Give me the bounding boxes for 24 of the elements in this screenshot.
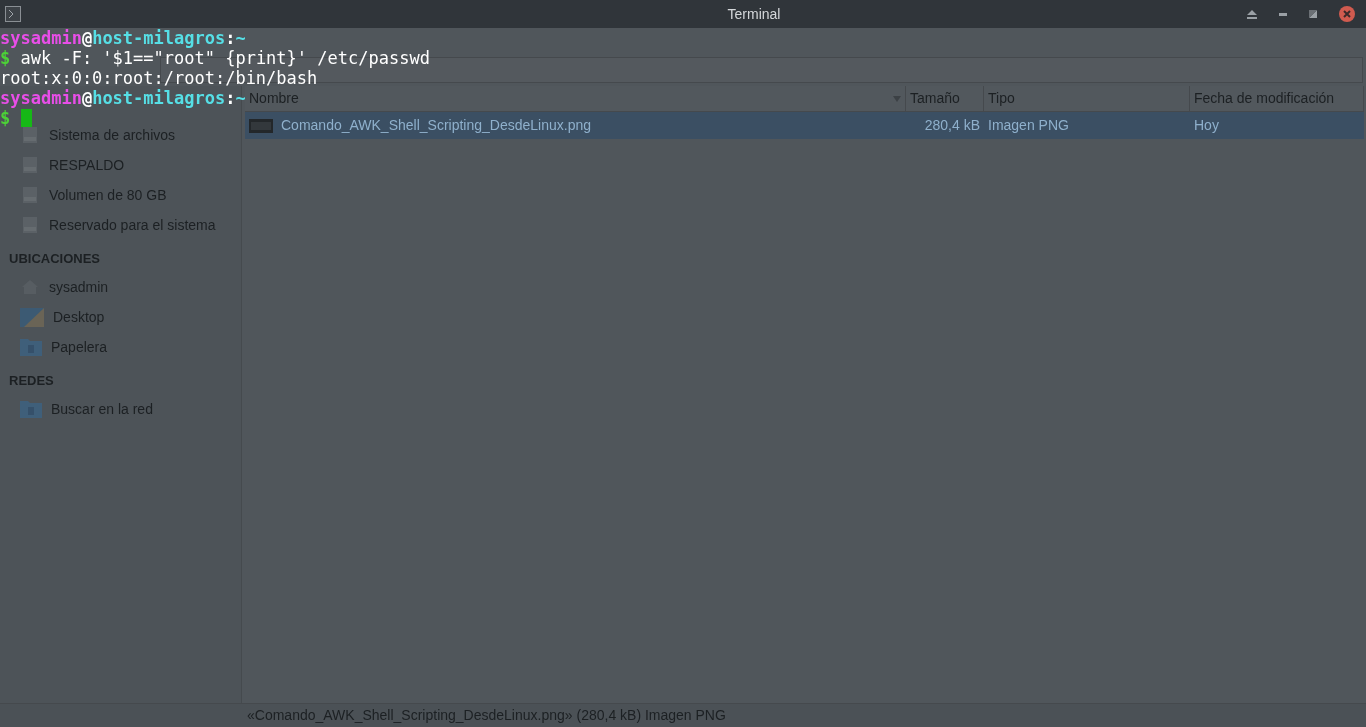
- folder-icon: [20, 337, 42, 357]
- desktop-icon: [20, 307, 44, 327]
- command-line: $ awk -F: '$1=="root" {print}' /etc/passwd: [0, 48, 430, 68]
- image-file-icon: [249, 118, 273, 133]
- drive-icon: [20, 215, 40, 235]
- close-icon[interactable]: [1339, 6, 1355, 22]
- drive-icon: [20, 185, 40, 205]
- sort-arrow-icon: [893, 95, 901, 102]
- table-cell-text: 280,4 kB: [924, 116, 980, 135]
- output-line: root:x:0:0:root:/root:/bin/bash: [0, 68, 318, 88]
- file-row[interactable]: Comando_AWK_Shell_Scripting_DesdeLinux.png 280,4 kB Imagen PNG Hoy: [245, 112, 1364, 139]
- prompt-line: sysadmin@host-milagros:~: [0, 28, 246, 48]
- table-cell-text: Comando_AWK_Shell_Scripting_DesdeLinux.png: [281, 116, 591, 135]
- table-cell-text: Hoy: [1194, 116, 1219, 135]
- drive-icon: [20, 155, 40, 175]
- eject-icon[interactable]: [1247, 9, 1257, 19]
- prompt-line: sysadmin@host-milagros:~: [0, 88, 246, 108]
- table-cell-text: Imagen PNG: [988, 116, 1069, 135]
- window-title: Terminal: [727, 4, 781, 24]
- minimize-icon[interactable]: [1279, 12, 1287, 16]
- folder-icon: [20, 399, 42, 419]
- command-line: $: [0, 108, 12, 128]
- drive-icon: [20, 125, 40, 145]
- terminal-icon: [5, 6, 21, 22]
